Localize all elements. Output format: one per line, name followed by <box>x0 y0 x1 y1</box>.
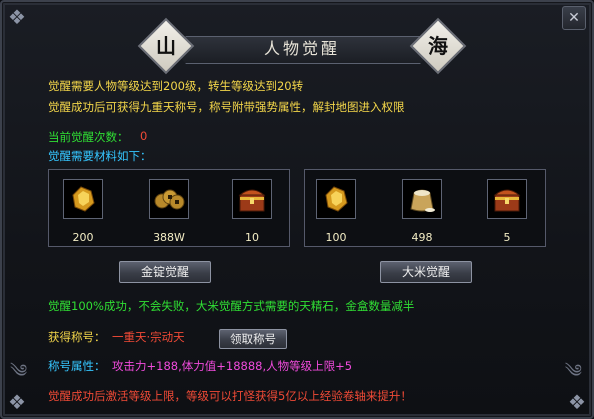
gold-ore-icon <box>325 186 348 212</box>
material-qty: 498 <box>411 231 433 244</box>
claim-title-button[interactable]: 领取称号 <box>219 329 287 349</box>
seal-right-char: 海 <box>428 34 448 58</box>
materials-label: 觉醒需要材料如下： <box>48 149 152 163</box>
footer-note: 觉醒成功后激活等级上限，等级可以打怪获得5亿以上经验卷轴来提升！ <box>48 389 412 403</box>
material-slot[interactable] <box>487 179 527 219</box>
awaken-count-label: 当前觉醒次数： <box>48 130 129 144</box>
requirement-line-2: 觉醒成功后可获得九重天称号，称号附带强势属性，解封地图进入权限 <box>48 100 405 114</box>
awakening-window: ❖ ❖ ❖ ✕ 人物觉醒 山 海 觉醒需要人物等级达到200级，转生等级达到20… <box>0 0 594 419</box>
requirement-line-1: 觉醒需要人物等级达到200级，转生等级达到20转 <box>48 79 304 93</box>
material-slot[interactable] <box>149 179 189 219</box>
material-qty: 100 <box>325 231 347 244</box>
success-info: 觉醒100%成功，不会失败，大米觉醒方式需要的天精石，金盒数量减半 <box>48 299 415 313</box>
swirl-ornament-icon: ༄ <box>564 361 582 382</box>
material-qty: 10 <box>245 231 259 244</box>
title-bar: 人物觉醒 山 海 <box>137 17 467 75</box>
gold-ore-icon <box>72 186 95 212</box>
rice-sack-icon <box>410 189 435 212</box>
awaken-count-value: 0 <box>140 129 148 143</box>
obtained-title-value: 一重天·宗动天 <box>112 330 185 344</box>
material-slot[interactable] <box>402 179 442 219</box>
obtained-title-label: 获得称号： <box>48 330 106 344</box>
material-slot[interactable] <box>63 179 103 219</box>
gold-materials-panel: 200 388W 10 <box>48 169 290 247</box>
title-attributes-value: 攻击力+188,体力值+18888,人物等级上限+5 <box>112 359 353 373</box>
swirl-ornament-icon: ༄ <box>10 361 28 382</box>
material-qty: 200 <box>72 231 94 244</box>
rice-awaken-button[interactable]: 大米觉醒 <box>380 261 472 283</box>
material-slot[interactable] <box>316 179 356 219</box>
coins-icon <box>154 189 185 210</box>
title-attributes-label: 称号属性： <box>48 359 106 373</box>
material-qty: 388W <box>153 231 185 244</box>
treasure-chest-icon <box>493 189 521 212</box>
corner-ornament-icon: ❖ <box>8 5 26 29</box>
material-qty: 5 <box>503 231 511 244</box>
treasure-chest-icon <box>238 189 266 212</box>
rice-materials-panel: 100 498 5 <box>304 169 546 247</box>
close-button[interactable]: ✕ <box>562 6 586 30</box>
seal-left-char: 山 <box>156 34 176 58</box>
material-slot[interactable] <box>232 179 272 219</box>
close-icon: ✕ <box>568 10 580 26</box>
gold-awaken-button[interactable]: 金锭觉醒 <box>119 261 211 283</box>
window-title: 人物觉醒 <box>263 39 340 58</box>
